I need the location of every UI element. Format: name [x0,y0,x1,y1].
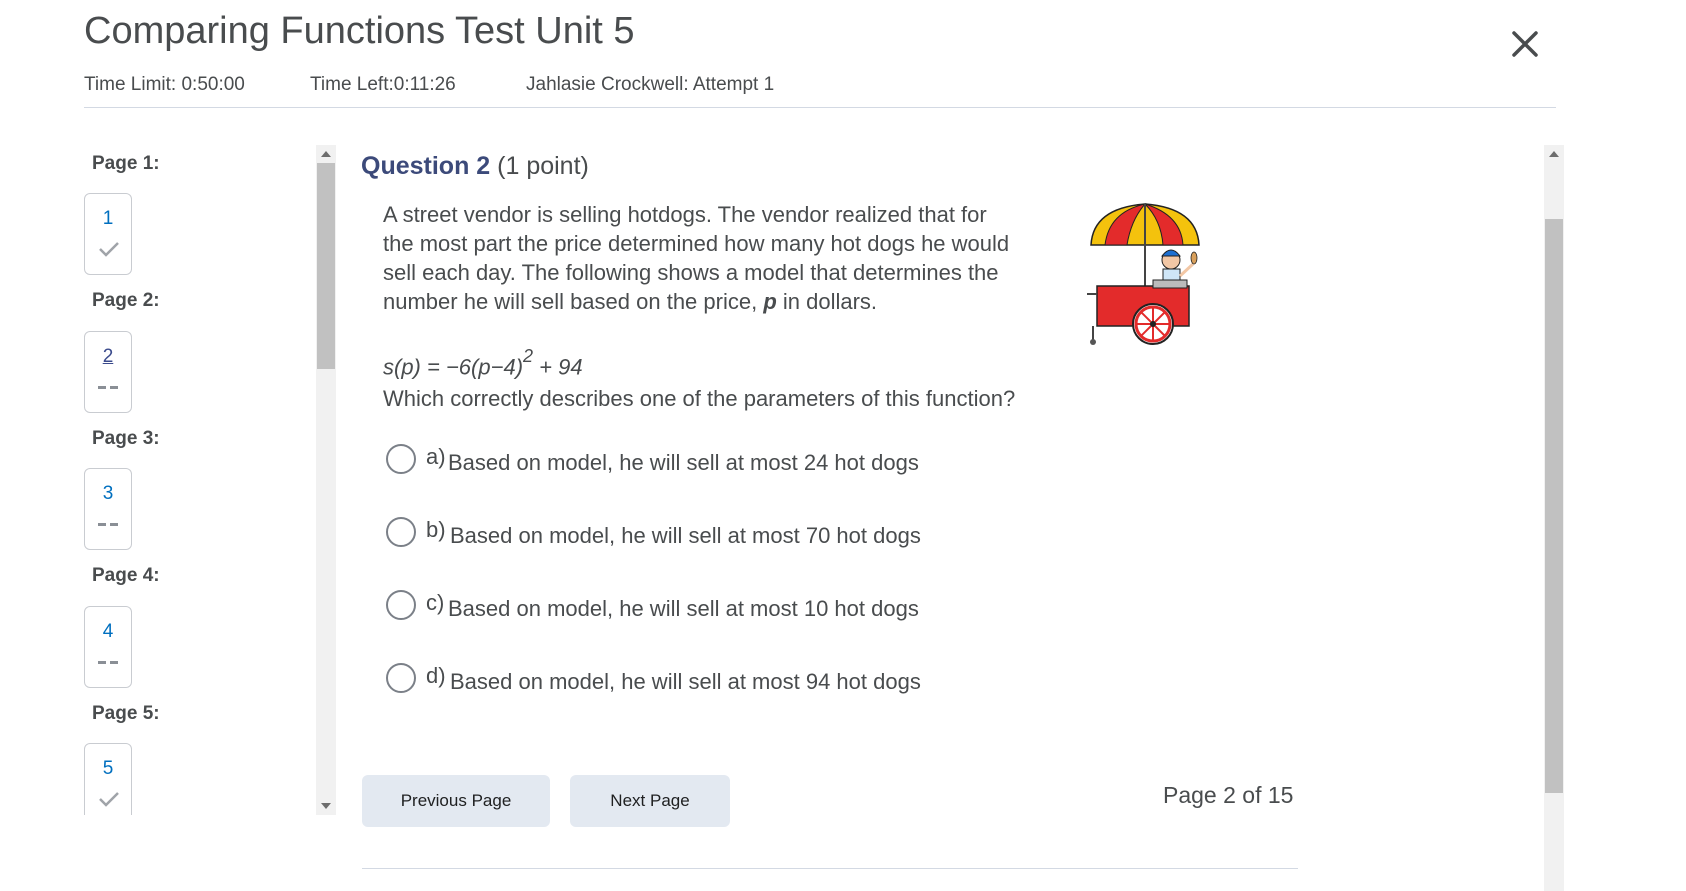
page-navigator: Page 1: 1 Page 2: 2 Page 3: 3 Page 4: 4 … [84,145,324,815]
nav-page-3-button[interactable]: 3 [84,468,132,550]
nav-scrollbar-thumb[interactable] [317,163,335,369]
question-points: (1 point) [497,152,589,180]
attempt-info: Jahlasie Crockwell: Attempt 1 [526,74,775,95]
close-icon[interactable] [1505,24,1545,64]
nav-page-number: 3 [102,483,114,504]
time-left: Time Left:0:11:26 [310,74,456,95]
nav-page-number: 5 [102,758,114,779]
formula-exponent: 2 [523,346,534,366]
question-text-line: sell each day. The following shows a mod… [383,260,999,285]
radio-button[interactable] [386,517,416,547]
quiz-title: Comparing Functions Test Unit 5 [84,10,635,52]
scroll-up-arrow-icon[interactable] [1549,151,1559,157]
option-letter: c) [426,590,445,615]
previous-page-button[interactable]: Previous Page [362,775,550,827]
time-limit: Time Limit: 0:50:00 [84,74,245,95]
nav-page-2-button[interactable]: 2 [84,331,132,413]
radio-button[interactable] [386,590,416,620]
nav-page-label: Page 1: [92,153,160,174]
function-formula: s(p) = −6(p−4)2 + 94 [383,346,583,380]
option-text[interactable]: Based on model, he will sell at most 24 … [448,450,919,476]
question-text-line: the most part the price determined how m… [383,231,1010,256]
checkmark-icon [99,242,119,257]
hot-dog-cart-illustration [1087,203,1200,345]
nav-page-number: 4 [102,621,114,642]
option-letter: a) [426,444,446,469]
header-divider [84,107,1556,108]
scroll-down-arrow-icon[interactable] [321,803,331,809]
main-scrollbar-thumb[interactable] [1545,219,1563,793]
nav-page-1-button[interactable]: 1 [84,193,132,275]
unanswered-dash-icon [98,523,120,527]
nav-page-label: Page 2: [92,290,160,311]
option-text[interactable]: Based on model, he will sell at most 94 … [450,669,921,695]
radio-button[interactable] [386,663,416,693]
nav-scrollbar[interactable] [316,145,336,815]
nav-page-number: 1 [102,208,114,229]
question-text-line: number he will sell based on the price, … [383,287,1083,316]
nav-page-4-button[interactable]: 4 [84,606,132,688]
option-text[interactable]: Based on model, he will sell at most 10 … [448,596,919,622]
main-scrollbar[interactable] [1544,145,1564,891]
option-text[interactable]: Based on model, he will sell at most 70 … [450,523,921,549]
option-letter: d) [426,663,446,688]
nav-page-label: Page 5: [92,703,160,724]
question-title: Question 2 [361,152,491,180]
next-page-button[interactable]: Next Page [570,775,730,827]
question-header: Question 2 (1 point) [361,152,589,181]
question-text: A street vendor is selling hotdogs. The … [383,200,1083,316]
checkmark-icon [99,792,119,807]
option-letter: b) [426,517,446,542]
formula-base: s(p) = −6(p−4) [383,354,524,380]
page-indicator: Page 2 of 15 [1163,782,1294,808]
unanswered-dash-icon [98,386,120,390]
nav-page-label: Page 3: [92,428,160,449]
question-prompt: Which correctly describes one of the par… [383,386,1016,411]
unanswered-dash-icon [98,661,120,665]
text-fragment: in dollars. [776,289,878,314]
formula-constant: + 94 [533,354,583,380]
question-text-line: A street vendor is selling hotdogs. The … [383,202,987,227]
radio-button[interactable] [386,444,416,474]
scroll-up-arrow-icon[interactable] [321,151,331,157]
nav-page-label: Page 4: [92,565,160,586]
nav-page-5-button[interactable]: 5 [84,743,132,815]
variable-p: p [763,289,777,314]
footer-divider [362,868,1298,869]
nav-page-number: 2 [102,346,114,367]
text-fragment: number he will sell based on the price, [383,289,764,314]
